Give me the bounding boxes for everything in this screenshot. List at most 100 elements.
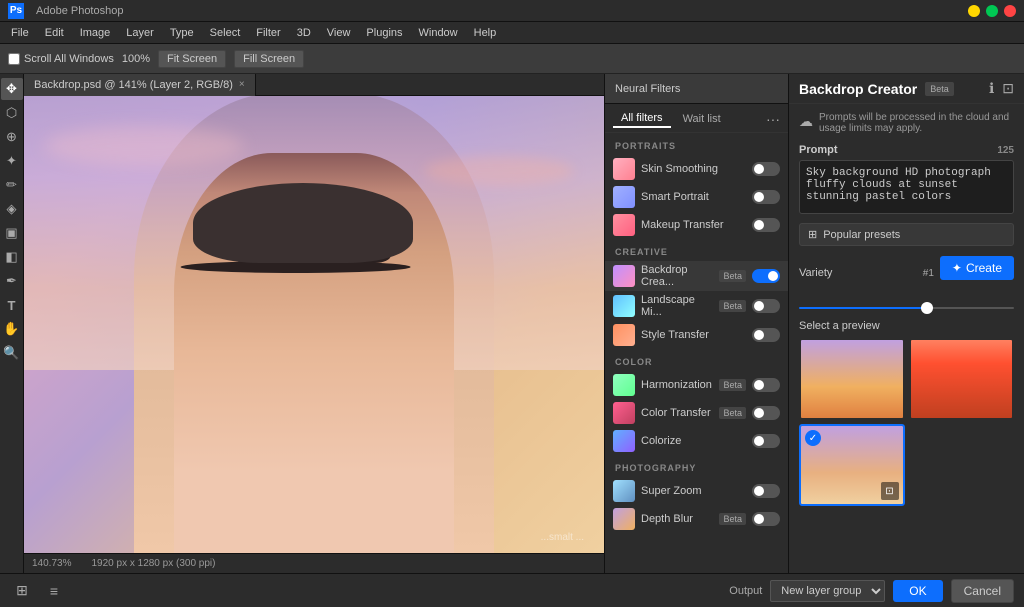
ok-button[interactable]: OK	[893, 580, 942, 602]
tab-all-filters[interactable]: All filters	[613, 110, 671, 128]
detail-info-icon[interactable]: ℹ	[989, 80, 994, 97]
preview-item-2[interactable]	[909, 338, 1015, 420]
filter-color-transfer[interactable]: Color Transfer Beta	[605, 399, 788, 427]
brush-tool[interactable]: ✏	[1, 174, 23, 196]
window-controls	[968, 5, 1016, 17]
variety-slider[interactable]	[799, 307, 1014, 309]
popular-presets-button[interactable]: ⊞ Popular presets	[799, 223, 1014, 246]
zoom-tool[interactable]: 🔍	[1, 342, 23, 364]
create-label: Create	[966, 261, 1002, 275]
create-icon: ✦	[952, 261, 962, 275]
tab-wait-list[interactable]: Wait list	[675, 111, 729, 127]
detail-panel: Backdrop Creator Beta ℹ ⊡ ☁ Prompts will…	[789, 74, 1024, 573]
menu-item-type[interactable]: Type	[163, 25, 201, 41]
filter-depth-blur[interactable]: Depth Blur Beta	[605, 505, 788, 533]
menu-item-image[interactable]: Image	[73, 25, 118, 41]
menu-item-edit[interactable]: Edit	[38, 25, 71, 41]
toggle-harmonization[interactable]	[752, 378, 780, 392]
filter-name-color-transfer: Color Transfer	[641, 407, 713, 419]
clone-stamp-tool[interactable]: ◈	[1, 198, 23, 220]
toggle-colorize[interactable]	[752, 434, 780, 448]
menu-item-file[interactable]: File	[4, 25, 36, 41]
menu-item-layer[interactable]: Layer	[119, 25, 161, 41]
section-creative: Creative	[605, 239, 788, 261]
filter-style-transfer[interactable]: Style Transfer	[605, 321, 788, 349]
canvas-content[interactable]: ...smalt ...	[24, 96, 604, 553]
preview-expand-icon[interactable]: ⊡	[881, 482, 899, 500]
type-tool[interactable]: T	[1, 294, 23, 316]
filter-name-backdrop-creator: Backdrop Crea...	[641, 264, 713, 288]
prompt-textarea[interactable]	[799, 160, 1014, 214]
section-portraits: Portraits	[605, 133, 788, 155]
cancel-button[interactable]: Cancel	[951, 579, 1014, 603]
preview-item-3[interactable]: ✓ ⊡	[799, 424, 905, 506]
cloud-info: ☁ Prompts will be processed in the cloud…	[799, 112, 1014, 134]
bottom-bar: ⊞ ≡ Output New layer groupNew layerSmart…	[0, 573, 1024, 607]
detail-title: Backdrop Creator	[799, 81, 917, 97]
close-button[interactable]	[1004, 5, 1016, 17]
variety-slider-wrap	[799, 298, 1014, 312]
filter-name-depth-blur: Depth Blur	[641, 513, 713, 525]
filter-colorize[interactable]: Colorize	[605, 427, 788, 455]
section-color: Color	[605, 349, 788, 371]
fit-screen-button[interactable]: Fit Screen	[158, 50, 226, 68]
variety-row: Variety #1 ✦ Create	[799, 256, 1014, 290]
minimize-button[interactable]	[968, 5, 980, 17]
cloud-icon: ☁	[799, 113, 813, 130]
filter-name-colorize: Colorize	[641, 435, 746, 447]
filter-backdrop-creator[interactable]: Backdrop Crea... Beta	[605, 261, 788, 291]
toggle-depth-blur[interactable]	[752, 512, 780, 526]
canvas-tab-close[interactable]: ×	[239, 79, 245, 90]
filter-super-zoom[interactable]: Super Zoom	[605, 477, 788, 505]
detail-more-icon[interactable]: ⊡	[1002, 80, 1014, 97]
lasso-tool[interactable]: ⬡	[1, 102, 23, 124]
filter-name-super-zoom: Super Zoom	[641, 485, 746, 497]
pen-tool[interactable]: ✒	[1, 270, 23, 292]
create-button[interactable]: ✦ Create	[940, 256, 1014, 280]
maximize-button[interactable]	[986, 5, 998, 17]
crop-tool[interactable]: ⊕	[1, 126, 23, 148]
popular-presets-label: Popular presets	[823, 229, 900, 241]
toggle-landscape-mixer[interactable]	[752, 299, 780, 313]
move-tool[interactable]: ✥	[1, 78, 23, 100]
toggle-skin-smoothing[interactable]	[752, 162, 780, 176]
menu-item-view[interactable]: View	[320, 25, 358, 41]
panel-toggle-button[interactable]: ⊞	[10, 579, 34, 603]
preview-item-1[interactable]	[799, 338, 905, 420]
output-select[interactable]: New layer groupNew layerSmart objectCurr…	[770, 580, 885, 602]
filter-harmonization[interactable]: Harmonization Beta	[605, 371, 788, 399]
toggle-backdrop-creator[interactable]	[752, 269, 780, 283]
toggle-makeup-transfer[interactable]	[752, 218, 780, 232]
filter-smart-portrait[interactable]: Smart Portrait	[605, 183, 788, 211]
menu-item-select[interactable]: Select	[203, 25, 248, 41]
toggle-color-transfer[interactable]	[752, 406, 780, 420]
filter-name-landscape-mixer: Landscape Mi...	[641, 294, 713, 318]
prompt-section-label: Prompt 125	[799, 144, 1014, 156]
filter-list: Portraits Skin Smoothing Smart Portrait …	[605, 133, 788, 573]
menu-item-3d[interactable]: 3D	[290, 25, 318, 41]
canvas-tab[interactable]: Backdrop.psd @ 141% (Layer 2, RGB/8) ×	[24, 74, 256, 96]
scroll-all-windows-checkbox[interactable]: Scroll All Windows	[8, 53, 114, 65]
layers-button[interactable]: ≡	[42, 579, 66, 603]
fill-screen-button[interactable]: Fill Screen	[234, 50, 304, 68]
menu-item-help[interactable]: Help	[467, 25, 504, 41]
toggle-super-zoom[interactable]	[752, 484, 780, 498]
filter-tabs-more[interactable]: ···	[766, 111, 780, 127]
filter-thumb-style-transfer	[613, 324, 635, 346]
filter-skin-smoothing[interactable]: Skin Smoothing	[605, 155, 788, 183]
filter-badge-harmonization: Beta	[719, 379, 746, 391]
filter-makeup-transfer[interactable]: Makeup Transfer	[605, 211, 788, 239]
canvas-tab-title: Backdrop.psd @ 141% (Layer 2, RGB/8)	[34, 79, 233, 91]
filter-name-style-transfer: Style Transfer	[641, 329, 746, 341]
filter-landscape-mixer[interactable]: Landscape Mi... Beta	[605, 291, 788, 321]
select-preview-label: Select a preview	[799, 320, 1014, 332]
eyedropper-tool[interactable]: ✦	[1, 150, 23, 172]
menu-item-plugins[interactable]: Plugins	[359, 25, 409, 41]
menu-item-window[interactable]: Window	[412, 25, 465, 41]
hand-tool[interactable]: ✋	[1, 318, 23, 340]
toggle-style-transfer[interactable]	[752, 328, 780, 342]
gradient-tool[interactable]: ◧	[1, 246, 23, 268]
menu-item-filter[interactable]: Filter	[249, 25, 287, 41]
toggle-smart-portrait[interactable]	[752, 190, 780, 204]
eraser-tool[interactable]: ▣	[1, 222, 23, 244]
